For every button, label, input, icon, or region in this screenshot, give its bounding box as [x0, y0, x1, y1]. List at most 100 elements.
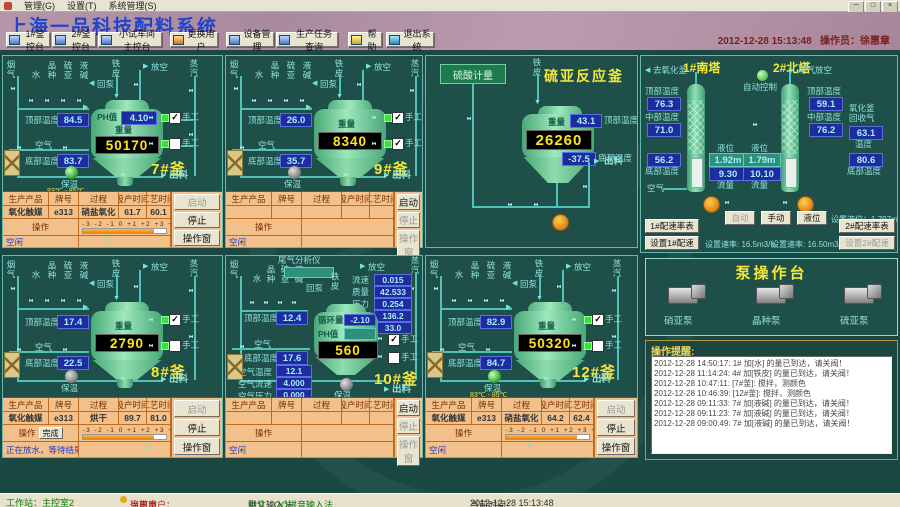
valve-icon[interactable]: ▸◂	[77, 98, 81, 105]
valve-icon[interactable]: ▸◂	[292, 300, 296, 307]
valve-icon[interactable]: ▸◂	[134, 82, 138, 89]
toolbar-exit-button[interactable]: 退出系统	[386, 29, 434, 52]
dose-slider[interactable]: -4 -3 -2 -1 0 +1 +2 +3 +4	[79, 425, 171, 442]
operation-window-button[interactable]: 操作窗	[174, 438, 220, 455]
stop-button[interactable]: 停止	[597, 419, 635, 436]
valve-icon[interactable]: ▸◂	[300, 98, 304, 105]
valve-icon[interactable]: ▸◂	[434, 286, 438, 293]
valve-icon[interactable]: ▸◂	[234, 86, 238, 93]
manual-checkbox[interactable]: ✓	[592, 314, 604, 326]
valve-icon[interactable]: ▸◂	[264, 300, 268, 307]
valve-icon[interactable]: ▸◂	[45, 98, 49, 105]
valve-icon[interactable]: ▸◂	[557, 284, 561, 291]
pump-icon[interactable]	[552, 214, 569, 231]
toolbar-task-query-button[interactable]: 生产任务查询	[276, 29, 338, 52]
set-rate2-button[interactable]: 设置2#配速	[839, 236, 895, 250]
insulation-indicator-icon[interactable]	[65, 370, 78, 383]
menu-system[interactable]: 系统管理(S)	[109, 0, 157, 12]
dose-slider[interactable]: -4 -3 -2 -1 0 +1 +2 +3 +4	[79, 219, 171, 236]
start-button[interactable]: 启动	[174, 400, 220, 417]
start-button[interactable]: 启动	[397, 400, 420, 416]
valve-icon[interactable]: ▸◂	[583, 184, 587, 191]
rate-table1-button[interactable]: 1#配速率表	[645, 219, 699, 233]
valve-icon[interactable]: ▸◂	[250, 300, 254, 307]
toolbar-console1-button[interactable]: 1#釜控台	[6, 29, 50, 52]
valve-icon[interactable]: ▸◂	[372, 115, 376, 122]
toolbar-console2-button[interactable]: 2#釜控台	[52, 29, 96, 52]
alerts-listbox[interactable]: 2012-12-28 14:50:17: 1# 加[水] 的量已到达，请关阀！ …	[651, 356, 892, 454]
stop-button[interactable]: 停止	[397, 212, 420, 228]
valve-icon[interactable]: ▸◂	[278, 300, 282, 307]
finish-button[interactable]: 完成	[38, 427, 63, 439]
valve-icon[interactable]: ▸◂	[61, 98, 65, 105]
valve-icon[interactable]: ▸◂	[484, 298, 488, 305]
toolbar-pilot-console-button[interactable]: 小试车间主控台	[98, 29, 162, 52]
valve-icon[interactable]: ▸◂	[149, 317, 153, 324]
set-rate1-button[interactable]: 设置1#配速	[645, 236, 699, 250]
valve-icon[interactable]: ▸◂	[378, 354, 382, 361]
menu-settings[interactable]: 设置(T)	[67, 0, 97, 12]
valve-icon[interactable]: ▸◂	[534, 202, 538, 209]
valve-icon[interactable]: ▸◂	[378, 336, 382, 343]
manual-checkbox[interactable]	[169, 138, 181, 150]
manual-checkbox[interactable]: ✓	[392, 112, 404, 124]
valve-icon[interactable]: ▸◂	[572, 343, 576, 350]
insulation-indicator-icon[interactable]	[488, 370, 501, 383]
rate-table2-button[interactable]: 2#配速率表	[839, 219, 895, 233]
manual-checkbox[interactable]	[388, 352, 400, 364]
valve-icon[interactable]: ▸◂	[149, 141, 153, 148]
manual-button[interactable]: 手动	[761, 211, 791, 225]
valve-icon[interactable]: ▸◂	[783, 200, 787, 207]
valve-icon[interactable]: ▸◂	[77, 298, 81, 305]
valve-icon[interactable]: ▸◂	[189, 288, 193, 295]
sulfuric-acid-meter-button[interactable]: 硫酸计量	[440, 64, 506, 84]
auto-button[interactable]: 自动	[725, 211, 755, 225]
valve-icon[interactable]: ▸◂	[29, 298, 33, 305]
valve-icon[interactable]: ▸◂	[544, 376, 548, 383]
toolbar-help-button[interactable]: 帮助	[348, 29, 382, 52]
valve-icon[interactable]: ▸◂	[468, 298, 472, 305]
valve-icon[interactable]: ▸◂	[612, 288, 616, 295]
operation-window-button[interactable]: 操作窗	[174, 230, 220, 246]
valve-icon[interactable]: ▸◂	[63, 145, 67, 152]
valve-icon[interactable]: ▸◂	[240, 344, 244, 351]
valve-icon[interactable]: ▸◂	[149, 343, 153, 350]
menu-manage[interactable]: 管理(G)	[24, 0, 55, 12]
valve-icon[interactable]: ▸◂	[121, 172, 125, 179]
pump-icon[interactable]	[703, 196, 720, 213]
stop-button[interactable]: 停止	[174, 212, 220, 228]
pump-icon[interactable]	[756, 284, 794, 304]
valve-icon[interactable]: ▸◂	[467, 116, 471, 123]
valve-icon[interactable]: ▸◂	[11, 86, 15, 93]
manual-checkbox[interactable]: ✓	[388, 334, 400, 346]
toolbar-device-manager-button[interactable]: 设备管理	[226, 29, 274, 52]
valve-icon[interactable]: ▸◂	[268, 98, 272, 105]
valve-icon[interactable]: ▸◂	[572, 317, 576, 324]
stop-button[interactable]: 停止	[174, 419, 220, 436]
level-button[interactable]: 液位	[797, 211, 827, 225]
operation-window-button[interactable]: 操作窗	[597, 438, 635, 455]
toolbar-switch-user-button[interactable]: 更换用户	[170, 29, 218, 52]
valve-icon[interactable]: ▸◂	[500, 298, 504, 305]
valve-icon[interactable]: ▸◂	[63, 347, 67, 354]
valve-icon[interactable]: ▸◂	[357, 82, 361, 89]
valve-icon[interactable]: ▸◂	[149, 115, 153, 122]
valve-icon[interactable]: ▸◂	[452, 298, 456, 305]
valve-icon[interactable]: ▸◂	[410, 88, 414, 95]
manual-checkbox[interactable]: ✓	[169, 314, 181, 326]
valve-icon[interactable]: ▸◂	[344, 172, 348, 179]
manual-checkbox[interactable]: ✓	[392, 138, 404, 150]
valve-icon[interactable]: ▸◂	[45, 298, 49, 305]
dose-slider[interactable]: -4 -3 -2 -1 0 +1 +2 +3 +4	[502, 425, 594, 442]
manual-checkbox[interactable]	[592, 340, 604, 352]
valve-icon[interactable]: ▸◂	[134, 284, 138, 291]
insulation-indicator-icon[interactable]	[65, 166, 78, 179]
valve-icon[interactable]: ▸◂	[11, 286, 15, 293]
insulation-indicator-icon[interactable]	[288, 166, 301, 179]
start-button[interactable]: 启动	[174, 194, 220, 210]
valve-icon[interactable]: ▸◂	[252, 98, 256, 105]
stop-button[interactable]: 停止	[397, 418, 420, 434]
valve-icon[interactable]: ▸◂	[189, 88, 193, 95]
valve-icon[interactable]: ▸◂	[372, 141, 376, 148]
valve-icon[interactable]: ▸◂	[61, 298, 65, 305]
